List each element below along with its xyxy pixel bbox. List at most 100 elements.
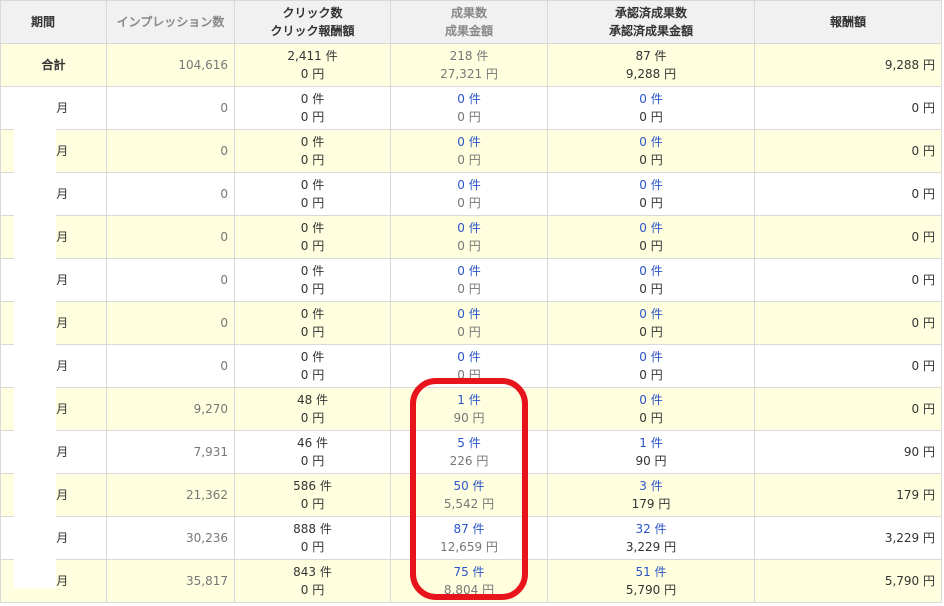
row-results-link[interactable]: 0 件 — [397, 133, 541, 151]
row-clicks: 843 件 — [293, 565, 332, 579]
row-clicks: 46 件 — [296, 436, 329, 450]
row-clicks: 0 件 — [300, 92, 325, 106]
row-results-link[interactable]: 0 件 — [397, 305, 541, 323]
total-approved-amount: 9,288 円 — [625, 67, 677, 81]
header-approved: 承認済成果数 承認済成果金額 — [547, 0, 755, 44]
row-approved-amount: 179 円 — [631, 497, 671, 511]
row-approved-cell: 0 件0 円 — [547, 387, 755, 431]
row-approved-amount: 0 円 — [639, 282, 663, 296]
row-approved-cell: 3 件 179 円 — [547, 473, 755, 517]
row-click-reward: 0 円 — [300, 239, 325, 253]
row-clicks: 0 件 — [300, 264, 325, 278]
header-results-amount: 成果金額 — [444, 24, 493, 38]
row-approved-link[interactable]: 0 件 — [554, 176, 748, 194]
row-approved-link[interactable]: 0 件 — [554, 391, 748, 409]
row-clicks-cell: 0 件0 円 — [234, 86, 391, 130]
row-approved-link[interactable]: 3 件 — [554, 477, 748, 495]
row-approved-cell: 0 件0 円 — [547, 344, 755, 388]
row-results-cell: 0 件0 円 — [390, 258, 548, 302]
row-approved-link[interactable]: 0 件 — [554, 90, 748, 108]
header-period: 期間 — [0, 0, 107, 44]
table-row: 03月00 件0 円0 件0 円0 件0 円0 円 — [0, 172, 942, 216]
row-approved-cell: 1 件 90 円 — [547, 430, 755, 474]
row-clicks-cell: 0 件0 円 — [234, 172, 391, 216]
row-clicks-cell: 0 件0 円 — [234, 301, 391, 345]
row-clicks: 0 件 — [300, 350, 325, 364]
row-results-cell: 0 件0 円 — [390, 301, 548, 345]
header-click-reward: クリック報酬額 — [270, 24, 355, 38]
row-clicks-cell: 0 件0 円 — [234, 129, 391, 173]
row-approved-amount: 0 円 — [639, 153, 663, 167]
row-clicks: 0 件 — [300, 221, 325, 235]
row-approved-cell: 0 件0 円 — [547, 129, 755, 173]
row-impressions: 0 — [106, 86, 235, 130]
row-approved-link[interactable]: 0 件 — [554, 133, 748, 151]
total-row: 合計 104,616 2,411 件 0 円 218 件 27,321 円 87… — [0, 43, 942, 87]
row-approved-link[interactable]: 0 件 — [554, 219, 748, 237]
row-approved-amount: 0 円 — [639, 110, 663, 124]
row-results-cell: 0 件0 円 — [390, 86, 548, 130]
header-approved-count: 承認済成果数 — [614, 6, 687, 20]
row-results-link[interactable]: 0 件 — [397, 262, 541, 280]
row-click-reward: 0 円 — [300, 110, 325, 124]
row-impressions: 0 — [106, 258, 235, 302]
row-reward: 5,790 円 — [754, 559, 942, 603]
table-row: 01月00 件0 円0 件0 円0 件0 円0 円 — [0, 86, 942, 130]
row-results-link[interactable]: 0 件 — [397, 176, 541, 194]
row-approved-link[interactable]: 32 件 — [554, 520, 748, 538]
row-result-amount: 0 円 — [457, 196, 481, 210]
row-clicks-cell: 843 件 0 円 — [234, 559, 391, 603]
row-approved-link[interactable]: 0 件 — [554, 348, 748, 366]
row-impressions: 7,931 — [106, 430, 235, 474]
row-clicks-cell: 0 件0 円 — [234, 215, 391, 259]
total-reward: 9,288 円 — [754, 43, 942, 87]
row-results-cell: 0 件0 円 — [390, 172, 548, 216]
row-clicks-cell: 46 件 0 円 — [234, 430, 391, 474]
table-row: 04月00 件0 円0 件0 円0 件0 円0 円 — [0, 215, 942, 259]
row-clicks: 0 件 — [300, 135, 325, 149]
row-approved-amount: 3,229 円 — [625, 540, 677, 554]
table-row: 02月00 件0 円0 件0 円0 件0 円0 円 — [0, 129, 942, 173]
row-approved-link[interactable]: 0 件 — [554, 262, 748, 280]
row-approved-link[interactable]: 0 件 — [554, 305, 748, 323]
row-impressions: 0 — [106, 215, 235, 259]
header-impressions: インプレッション数 — [106, 0, 235, 44]
row-approved-cell: 32 件 3,229 円 — [547, 516, 755, 560]
row-click-reward: 0 円 — [300, 454, 325, 468]
row-results-cell: 0 件0 円 — [390, 215, 548, 259]
row-click-reward: 0 円 — [300, 583, 325, 597]
row-impressions: 0 — [106, 344, 235, 388]
row-approved-amount: 0 円 — [639, 196, 663, 210]
row-approved-link[interactable]: 51 件 — [554, 563, 748, 581]
row-approved-amount: 0 円 — [639, 239, 663, 253]
row-impressions: 21,362 — [106, 473, 235, 517]
row-approved-cell: 0 件0 円 — [547, 258, 755, 302]
row-click-reward: 0 円 — [300, 540, 325, 554]
row-approved-amount: 5,790 円 — [625, 583, 677, 597]
row-reward: 0 円 — [754, 215, 942, 259]
row-impressions: 0 — [106, 301, 235, 345]
row-approved-cell: 0 件0 円 — [547, 215, 755, 259]
total-impressions: 104,616 — [106, 43, 235, 87]
row-result-amount: 0 円 — [457, 282, 481, 296]
redaction-mask — [14, 96, 56, 588]
highlight-annotation — [410, 378, 528, 600]
header-results-count: 成果数 — [450, 6, 487, 20]
row-result-amount: 0 円 — [457, 239, 481, 253]
header-results: 成果数 成果金額 — [390, 0, 548, 44]
row-results-link[interactable]: 0 件 — [397, 219, 541, 237]
row-clicks-cell: 0 件0 円 — [234, 258, 391, 302]
row-impressions: 35,817 — [106, 559, 235, 603]
row-impressions: 0 — [106, 129, 235, 173]
total-click-reward: 0 円 — [300, 67, 325, 81]
row-clicks-cell: 0 件0 円 — [234, 344, 391, 388]
row-approved-link[interactable]: 1 件 — [554, 434, 748, 452]
row-reward: 0 円 — [754, 387, 942, 431]
row-results-link[interactable]: 0 件 — [397, 348, 541, 366]
total-result-amount: 27,321 円 — [440, 67, 498, 81]
row-reward: 0 円 — [754, 129, 942, 173]
header-clicks-count: クリック数 — [282, 6, 343, 20]
row-results-link[interactable]: 0 件 — [397, 90, 541, 108]
row-approved-cell: 0 件0 円 — [547, 172, 755, 216]
row-impressions: 9,270 — [106, 387, 235, 431]
